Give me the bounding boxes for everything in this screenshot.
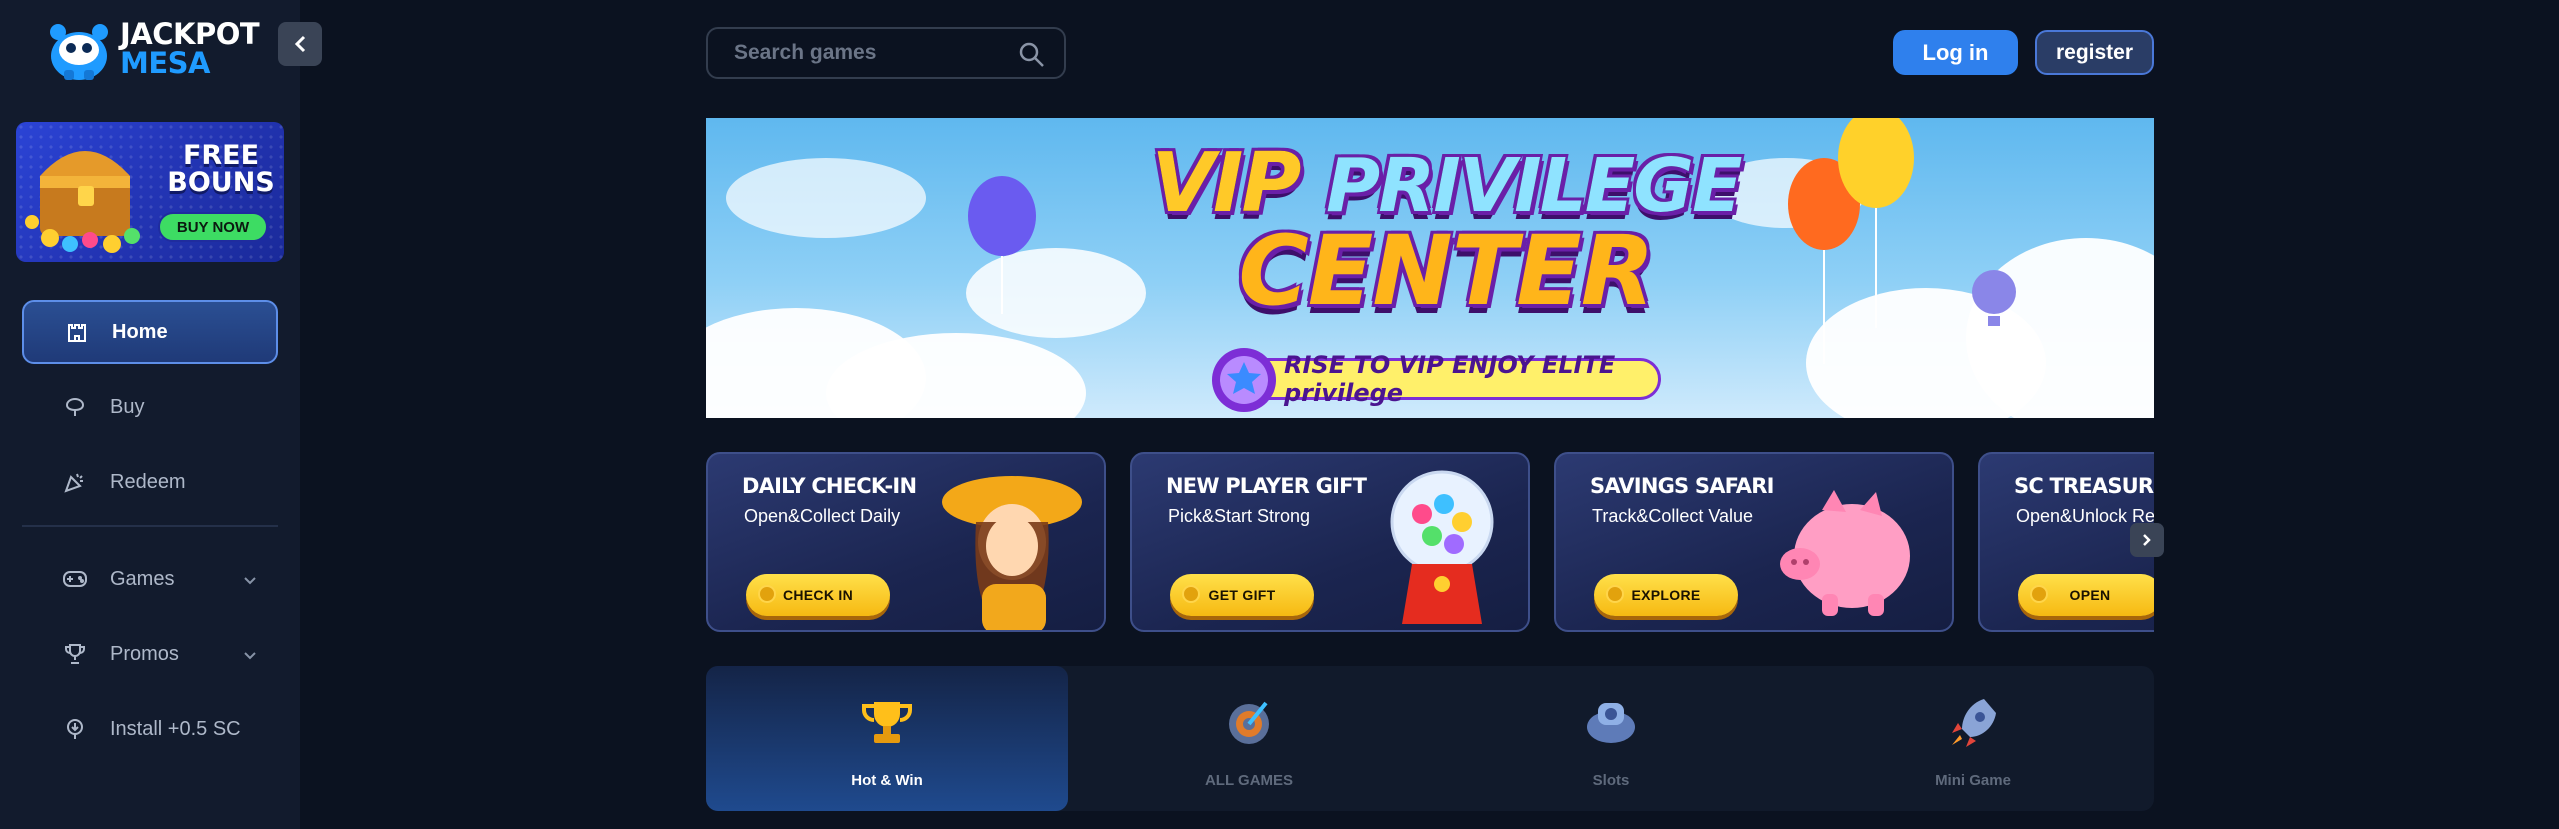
free-bonus-promo-card[interactable]: FREE BOUNS BUY NOW [16,122,284,262]
collapse-sidebar-button[interactable] [278,22,322,66]
sidebar-item-buy[interactable]: Buy [22,375,278,439]
tab-label: Slots [1592,772,1630,789]
sidebar-item-install[interactable]: Install +0.5 SC [22,697,278,761]
card-subtitle: Open&Collect Daily [744,506,901,526]
new-player-gift-card[interactable]: NEW PLAYER GIFT Pick&Start Strong GET GI… [1130,452,1530,632]
trophy-icon [60,639,90,669]
open-button[interactable]: OPEN [2018,574,2154,616]
gumball-machine-icon [1390,470,1494,624]
chevron-down-icon[interactable] [244,643,256,666]
sidebar-item-label: Home [112,320,168,343]
register-button[interactable]: register [2035,30,2154,75]
tab-mini-game[interactable]: Mini Game [1792,666,2154,811]
sidebar-item-label: Install +0.5 SC [110,717,241,740]
banner-title-line2: CENTER [1238,215,1654,327]
get-gift-button[interactable]: GET GIFT [1170,574,1314,616]
sidebar-item-games[interactable]: Games [22,547,278,611]
search-icon[interactable] [1018,41,1046,69]
card-subtitle: Pick&Start Strong [1168,506,1311,526]
tab-slots[interactable]: Slots [1430,666,1792,811]
tab-label: ALL GAMES [1204,772,1294,789]
banner-title: VIP PRIVILEGE CENTER [1146,143,1746,327]
promo-cards-carousel: DAILY CHECK-IN Open&Collect Daily CHECK … [706,452,2154,632]
sidebar-item-label: Buy [110,395,145,418]
sidebar: JACKPOT MESA FREE BOUNS BUY NOW Home Buy… [0,0,300,829]
slot-machine-icon [1583,694,1639,750]
search-input[interactable] [734,41,1004,65]
game-category-tabs: Hot & Win ALL GAMES Slots Mini Game [706,666,2154,811]
vip-star-badge-icon [1212,348,1276,412]
card-title: SAVINGS SAFARI [1590,474,1774,498]
sidebar-item-home[interactable]: Home [22,300,278,364]
brand-logo[interactable]: JACKPOT MESA [46,17,260,82]
gamepad-icon [60,564,90,594]
promo-title: FREE BOUNS [167,140,275,198]
tab-label: Mini Game [1935,772,2011,789]
castle-icon [62,317,92,347]
treasure-chest-icon [25,151,140,253]
chevron-left-icon [294,35,306,53]
card-button-label: GET GIFT [1208,587,1276,603]
party-popper-icon [60,467,90,497]
target-icon [1221,694,1277,750]
sidebar-item-label: Redeem [110,470,186,493]
balloon-icon [1838,118,1914,328]
piggy-bank-icon [1780,490,1910,616]
explore-button[interactable]: EXPLORE [1594,574,1738,616]
savings-safari-card[interactable]: SAVINGS SAFARI Track&Collect Value EXPLO… [1554,452,1954,632]
card-button-label: EXPLORE [1631,587,1701,603]
banner-subtitle: RISE TO VIP ENJOY ELITE privilege [1221,351,1661,407]
tab-label: Hot & Win [851,772,923,789]
shop-icon [60,392,90,422]
sidebar-item-promos[interactable]: Promos [22,622,278,686]
check-in-button[interactable]: CHECK IN [746,574,890,616]
daily-check-in-card[interactable]: DAILY CHECK-IN Open&Collect Daily CHECK … [706,452,1106,632]
tab-hot-and-win[interactable]: Hot & Win [706,666,1068,811]
sc-treasure-vault-card[interactable]: SC TREASURE VAULT Open&Unlock Rewards OP… [1978,452,2154,632]
tab-all-games[interactable]: ALL GAMES [1068,666,1430,811]
card-title: DAILY CHECK-IN [742,474,917,498]
search-bar[interactable] [706,27,1066,79]
login-button[interactable]: Log in [1893,30,2018,75]
hot-air-balloon-icon [1972,270,2016,326]
sidebar-item-label: Promos [110,642,179,665]
brand-name-line2: MESA [120,46,211,80]
balloon-icon [968,176,1036,314]
rocket-icon [1945,694,2001,750]
vip-privilege-banner[interactable]: VIP PRIVILEGE CENTER RISE TO VIP ENJOY E… [706,118,2154,418]
card-title: NEW PLAYER GIFT [1166,474,1367,498]
sidebar-item-label: Games [110,567,175,590]
sidebar-item-redeem[interactable]: Redeem [22,450,278,514]
card-button-label: OPEN [2069,587,2111,603]
card-button-label: CHECK IN [782,587,854,603]
sidebar-divider [22,525,278,527]
download-icon [60,714,90,744]
mascot-logo-icon [50,24,108,80]
trophy-icon [859,694,915,750]
buy-now-button[interactable]: BUY NOW [158,212,268,242]
carousel-next-button[interactable] [2130,523,2164,557]
card-title: SC TREASURE VAULT [2014,474,2154,498]
brand-name-line1: JACKPOT [120,17,260,51]
sidebar-nav: Home Buy Redeem Games Promos Install +0.… [22,300,278,772]
chevron-down-icon[interactable] [244,568,256,591]
card-subtitle: Track&Collect Value [1592,506,1754,526]
chevron-right-icon [2143,534,2151,546]
girl-character-icon [942,476,1082,630]
